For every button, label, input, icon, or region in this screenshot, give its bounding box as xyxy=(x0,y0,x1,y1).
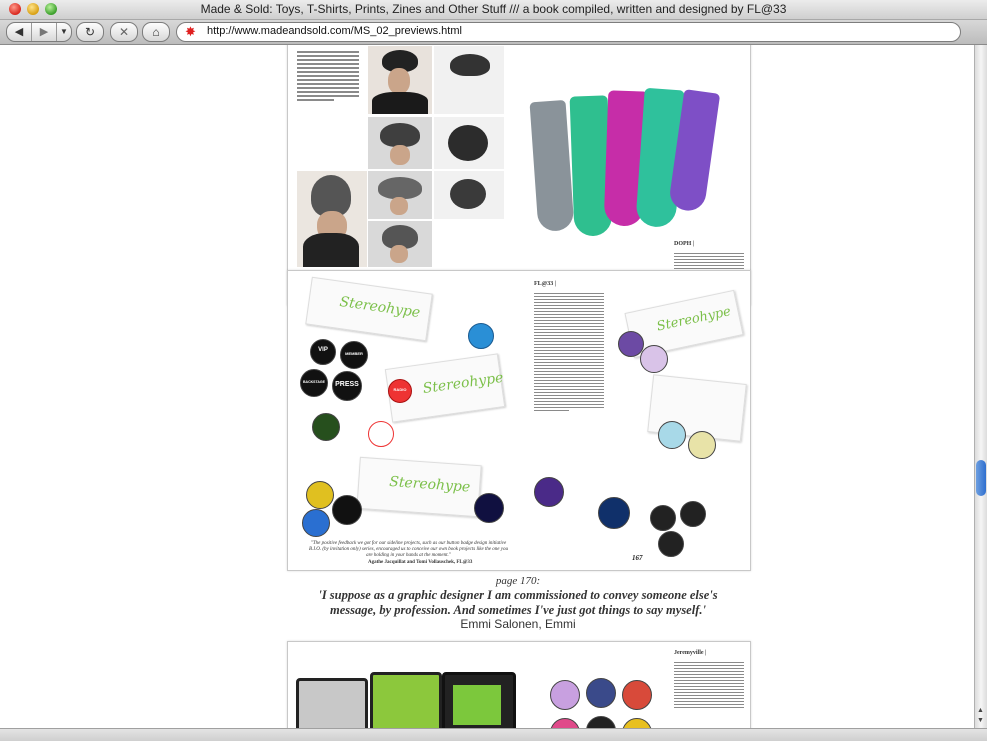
badge-star-1 xyxy=(650,505,676,531)
body-text-block xyxy=(297,51,359,103)
spread1-right-heading: DOPH | xyxy=(674,241,695,247)
title-bar: Made & Sold: Toys, T-Shirts, Prints, Zin… xyxy=(0,0,987,20)
badge-jeremyville-2 xyxy=(586,678,616,708)
hat-photo-3 xyxy=(368,171,432,219)
badge-bird xyxy=(468,323,494,349)
history-dropdown-button[interactable]: ▼ xyxy=(57,23,71,41)
badge-lavender xyxy=(640,345,668,373)
nav-button-group: ◀ ▶ ▼ xyxy=(6,22,72,42)
badge-light-yellow xyxy=(688,431,716,459)
scroll-down-arrow-icon[interactable]: ▼ xyxy=(977,717,984,724)
book-spread-bags: Jeremyville | xyxy=(287,641,751,728)
badge-navy xyxy=(598,497,630,529)
spread2-right-heading: FL@33 | xyxy=(534,281,557,287)
badge-black-1 xyxy=(332,495,362,525)
badge-star-2 xyxy=(680,501,706,527)
pull-quote: page 170: 'I suppose as a graphic design… xyxy=(287,575,749,631)
badge-light-blue xyxy=(658,421,686,449)
reload-button[interactable]: ↻ xyxy=(76,22,104,42)
badge-member: MEMBER xyxy=(340,341,368,369)
forward-button[interactable]: ▶ xyxy=(32,23,57,41)
sock-grey xyxy=(529,99,575,233)
badge-red-white xyxy=(368,421,394,447)
bag-1 xyxy=(296,678,368,728)
badge-jellyfish xyxy=(474,493,504,523)
status-bar xyxy=(0,728,987,741)
book-spread-badges: Stereohype VIP MEMBER BACKSTAGE PRESS St… xyxy=(287,270,751,571)
home-button[interactable]: ⌂ xyxy=(142,22,170,42)
site-favicon-icon: ✸ xyxy=(185,24,196,39)
badge-green xyxy=(312,413,340,441)
spread2-quote: "The positive feedback we got for our si… xyxy=(309,541,508,558)
badge-jeremyville-5 xyxy=(586,716,616,728)
badge-jeremyville-3 xyxy=(622,680,652,710)
badge-backstage: BACKSTAGE xyxy=(300,369,328,397)
hat-photo-5 xyxy=(434,46,504,114)
badge-jeremyville-1 xyxy=(550,680,580,710)
stereohype-tag-1: Stereohype xyxy=(305,276,433,342)
badge-press: PRESS xyxy=(332,371,362,401)
book-spread-hats-socks: "I have always been interested in the ta… xyxy=(287,45,751,306)
bag-2 xyxy=(370,672,442,728)
url-text[interactable]: http://www.madeandsold.com/MS_02_preview… xyxy=(207,25,462,37)
pull-quote-label: page 170: xyxy=(495,575,541,587)
spread3-right-heading: Jeremyville | xyxy=(674,650,707,656)
vertical-scrollbar[interactable]: ▲ ▼ xyxy=(974,45,987,728)
badge-vip: VIP xyxy=(310,339,336,365)
scroll-up-arrow-icon[interactable]: ▲ xyxy=(977,707,984,714)
back-button[interactable]: ◀ xyxy=(7,23,32,41)
badge-blue xyxy=(302,509,330,537)
bag-3 xyxy=(442,672,516,728)
badge-violet xyxy=(534,477,564,507)
spread2-quote-author: Agathe Jacquillat and Tomi Vollauschek, … xyxy=(368,560,473,565)
pull-quote-text-1: 'I suppose as a graphic designer I am co… xyxy=(318,588,718,602)
badge-jeremyville-4 xyxy=(550,718,580,728)
pull-quote-text-2: message, by profession. And sometimes I'… xyxy=(330,603,706,617)
pull-quote-author: Emmi Salonen, Emmi xyxy=(460,617,576,631)
hat-photo-1 xyxy=(368,46,432,114)
hat-photo-large xyxy=(297,171,367,267)
badge-jeremyville-6 xyxy=(622,718,652,728)
spread2-right-text xyxy=(534,293,604,413)
scrollbar-thumb[interactable] xyxy=(976,460,986,496)
hat-photo-2 xyxy=(368,117,432,169)
browser-toolbar: ◀ ▶ ▼ ↻ ✕ ⌂ ✸ http://www.madeandsold.com… xyxy=(0,20,987,45)
address-bar[interactable]: ✸ http://www.madeandsold.com/MS_02_previ… xyxy=(176,22,961,42)
stereohype-tag-3: Stereohype xyxy=(356,456,482,518)
badge-star-3 xyxy=(658,531,684,557)
badge-yellow xyxy=(306,481,334,509)
spread3-right-text xyxy=(674,662,744,710)
badge-radio: RADIO xyxy=(388,379,412,403)
stop-button[interactable]: ✕ xyxy=(110,22,138,42)
hat-photo-6 xyxy=(434,117,504,169)
hat-photo-4 xyxy=(368,221,432,267)
window-title: Made & Sold: Toys, T-Shirts, Prints, Zin… xyxy=(200,2,787,16)
page-number-167: 167 xyxy=(632,554,643,562)
hat-photo-7 xyxy=(434,171,504,219)
page-content[interactable]: "I have always been interested in the ta… xyxy=(0,45,975,728)
